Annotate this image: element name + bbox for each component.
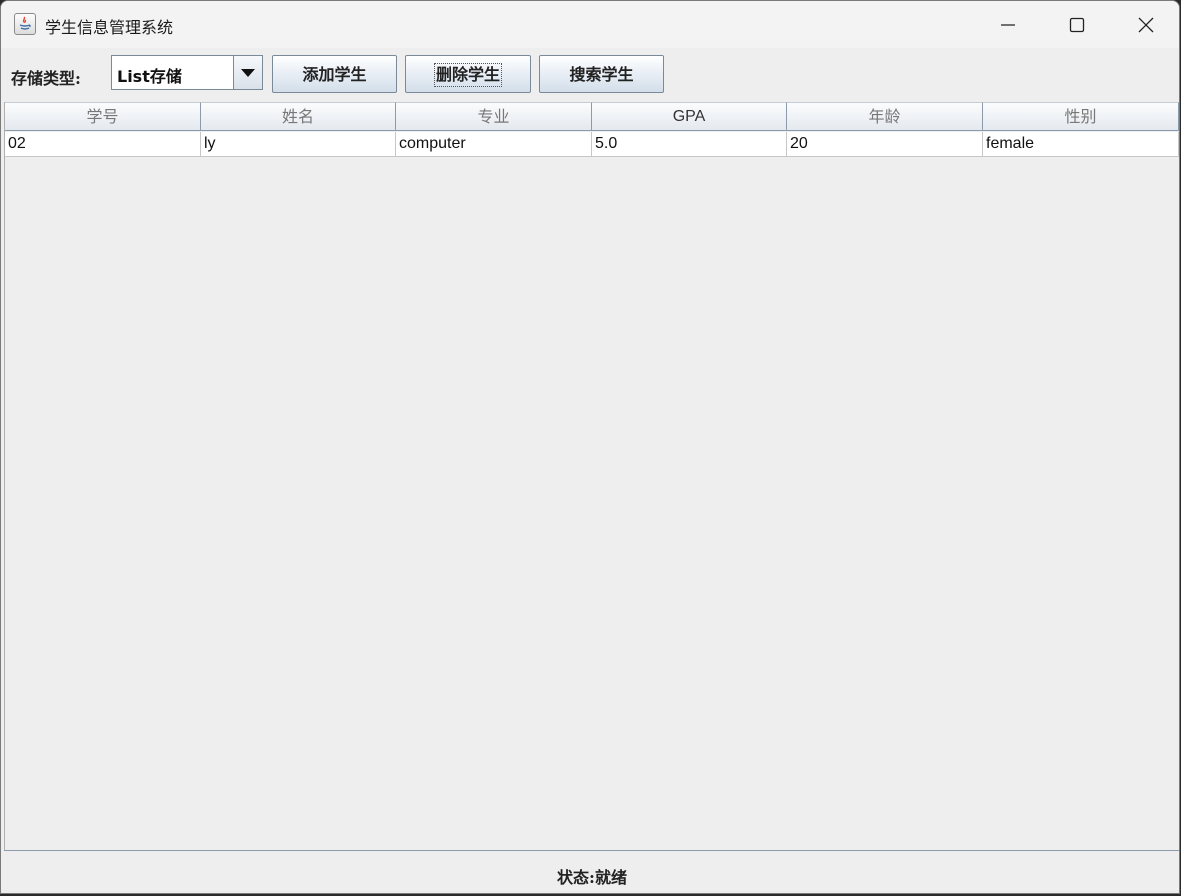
status-text: 状态:就绪: [557, 868, 627, 887]
column-header-name[interactable]: 姓名: [201, 102, 396, 131]
column-header-gpa[interactable]: GPA: [592, 102, 787, 131]
chevron-down-icon: [241, 69, 255, 77]
search-student-button[interactable]: 搜索学生: [539, 55, 664, 93]
column-header-id[interactable]: 学号: [5, 102, 201, 131]
minimize-icon: [1001, 24, 1015, 26]
table-cell-gender[interactable]: female: [983, 132, 1179, 157]
delete-student-label: 删除学生: [433, 63, 502, 87]
storage-type-select[interactable]: List存储: [111, 55, 263, 90]
close-button[interactable]: [1111, 1, 1179, 48]
storage-type-dropdown-button[interactable]: [233, 56, 262, 89]
table-cell-name[interactable]: ly: [201, 132, 396, 157]
search-student-label: 搜索学生: [569, 65, 634, 84]
app-window: 学生信息管理系统 存储类型: List存储 添加学生 删除学生 搜索学生 学号 …: [0, 0, 1180, 894]
table-cell-major[interactable]: computer: [396, 132, 592, 157]
add-student-button[interactable]: 添加学生: [272, 55, 397, 93]
java-app-icon[interactable]: [14, 13, 36, 35]
delete-student-button[interactable]: 删除学生: [405, 55, 531, 93]
storage-type-label: 存储类型:: [11, 69, 81, 88]
title-bar[interactable]: 学生信息管理系统: [1, 1, 1179, 48]
table-row[interactable]: 02 ly computer 5.0 20 female: [5, 132, 1179, 157]
maximize-button[interactable]: [1042, 1, 1112, 48]
maximize-icon: [1069, 17, 1085, 33]
table-cell-gpa[interactable]: 5.0: [592, 132, 787, 157]
table-cell-age[interactable]: 20: [787, 132, 983, 157]
toolbar: 存储类型: List存储 添加学生 删除学生 搜索学生: [1, 48, 1179, 102]
table-header: 学号 姓名 专业 GPA 年龄 性别: [5, 102, 1179, 132]
close-icon: [1138, 17, 1154, 33]
status-bar: 状态:就绪: [4, 850, 1179, 893]
column-header-gender[interactable]: 性别: [983, 102, 1179, 131]
table-cell-id[interactable]: 02: [5, 132, 201, 157]
minimize-button[interactable]: [973, 1, 1043, 48]
storage-type-value: List存储: [117, 67, 182, 86]
column-header-major[interactable]: 专业: [396, 102, 592, 131]
column-header-age[interactable]: 年龄: [787, 102, 983, 131]
window-title: 学生信息管理系统: [45, 18, 174, 37]
add-student-label: 添加学生: [302, 65, 367, 84]
student-table[interactable]: 学号 姓名 专业 GPA 年龄 性别 02 ly computer 5.0 20…: [4, 102, 1179, 850]
